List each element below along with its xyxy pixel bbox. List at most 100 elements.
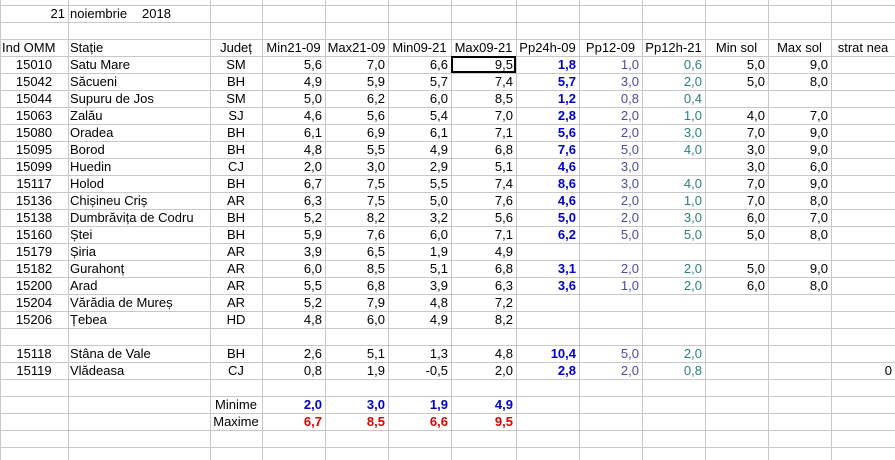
cell-min-sol[interactable]: 7,0 — [705, 175, 768, 192]
date-month-cell[interactable]: noiembrie — [68, 5, 140, 22]
cell-pp24h-09[interactable] — [516, 328, 579, 345]
cell-min09-21[interactable]: 5,7 — [388, 73, 451, 90]
cell-statie[interactable] — [68, 328, 210, 345]
cell-min09-21[interactable]: -0,5 — [388, 362, 451, 379]
cell-statie[interactable]: Ștei — [68, 226, 210, 243]
cell-pp12h-21[interactable]: 3,0 — [642, 124, 705, 141]
cell-max-sol[interactable] — [768, 294, 831, 311]
cell-strat-nea[interactable] — [831, 192, 895, 209]
maxime-value[interactable]: 9,5 — [451, 413, 516, 430]
cell-max-sol[interactable] — [768, 362, 831, 379]
cell-judet[interactable]: CJ — [210, 158, 262, 175]
cell-min21-09[interactable]: 5,2 — [262, 209, 325, 226]
cell-max-sol[interactable]: 6,0 — [768, 158, 831, 175]
cell-min21-09[interactable]: 6,0 — [262, 260, 325, 277]
cell-max-sol[interactable]: 7,0 — [768, 107, 831, 124]
cell-min21-09[interactable]: 4,9 — [262, 73, 325, 90]
cell-max09-21[interactable]: 5,6 — [451, 209, 516, 226]
cell-ind-omm[interactable]: 15160 — [0, 226, 68, 243]
cell-max09-21[interactable]: 7,0 — [451, 107, 516, 124]
cell-min09-21[interactable]: 6,6 — [388, 56, 451, 73]
cell-min09-21[interactable]: 6,0 — [388, 226, 451, 243]
cell-max21-09[interactable] — [325, 328, 388, 345]
cell-min-sol[interactable] — [705, 294, 768, 311]
cell-max09-21[interactable]: 8,5 — [451, 90, 516, 107]
cell-min-sol[interactable] — [705, 90, 768, 107]
cell-ind-omm[interactable]: 15063 — [0, 107, 68, 124]
cell-statie[interactable]: Vărădia de Mureș — [68, 294, 210, 311]
cell-min-sol[interactable]: 5,0 — [705, 73, 768, 90]
cell-pp24h-09[interactable]: 6,2 — [516, 226, 579, 243]
cell-max-sol[interactable]: 9,0 — [768, 56, 831, 73]
cell-pp24h-09[interactable]: 2,8 — [516, 362, 579, 379]
cell-strat-nea[interactable] — [831, 56, 895, 73]
cell-max21-09[interactable]: 6,9 — [325, 124, 388, 141]
cell-pp12-09[interactable]: 2,0 — [579, 107, 642, 124]
cell-judet[interactable]: SM — [210, 56, 262, 73]
cell-max-sol[interactable]: 9,0 — [768, 175, 831, 192]
cell-pp24h-09[interactable]: 5,7 — [516, 73, 579, 90]
cell-judet[interactable]: BH — [210, 73, 262, 90]
cell-max09-21[interactable]: 7,1 — [451, 124, 516, 141]
cell-min21-09[interactable]: 5,0 — [262, 90, 325, 107]
cell-judet[interactable]: AR — [210, 243, 262, 260]
header-pp12h-21[interactable]: Pp12h-21 — [642, 39, 705, 56]
cell-min21-09[interactable] — [262, 328, 325, 345]
header-statie[interactable]: Stație — [68, 39, 210, 56]
cell-min-sol[interactable]: 6,0 — [705, 209, 768, 226]
cell-judet[interactable]: SM — [210, 90, 262, 107]
cell-statie[interactable]: Stâna de Vale — [68, 345, 210, 362]
header-judet[interactable]: Județ — [210, 39, 262, 56]
cell-pp12-09[interactable]: 1,0 — [579, 277, 642, 294]
cell-max-sol[interactable]: 8,0 — [768, 226, 831, 243]
cell-pp12h-21[interactable]: 4,0 — [642, 141, 705, 158]
cell-pp12h-21[interactable]: 3,0 — [642, 209, 705, 226]
cell-max-sol[interactable]: 9,0 — [768, 260, 831, 277]
cell-pp12-09[interactable]: 2,0 — [579, 209, 642, 226]
cell-judet[interactable]: AR — [210, 260, 262, 277]
cell-strat-nea[interactable] — [831, 328, 895, 345]
cell-ind-omm[interactable]: 15095 — [0, 141, 68, 158]
cell-min21-09[interactable]: 3,9 — [262, 243, 325, 260]
cell-pp12-09[interactable]: 3,0 — [579, 175, 642, 192]
cell-strat-nea[interactable] — [831, 73, 895, 90]
maxime-value[interactable]: 6,7 — [262, 413, 325, 430]
cell-min09-21[interactable]: 5,4 — [388, 107, 451, 124]
cell-judet[interactable]: BH — [210, 141, 262, 158]
cell-min09-21[interactable]: 1,9 — [388, 243, 451, 260]
cell-pp24h-09[interactable]: 2,8 — [516, 107, 579, 124]
cell-ind-omm[interactable]: 15136 — [0, 192, 68, 209]
cell-pp24h-09[interactable] — [516, 311, 579, 328]
cell-strat-nea[interactable] — [831, 141, 895, 158]
cell-pp12-09[interactable]: 1,0 — [579, 56, 642, 73]
cell-pp24h-09[interactable]: 3,1 — [516, 260, 579, 277]
minime-value[interactable]: 4,9 — [451, 396, 516, 413]
cell-min-sol[interactable] — [705, 345, 768, 362]
cell-max-sol[interactable] — [768, 345, 831, 362]
cell-judet[interactable]: AR — [210, 192, 262, 209]
cell-max09-21[interactable]: 7,1 — [451, 226, 516, 243]
cell-max09-21[interactable]: 6,3 — [451, 277, 516, 294]
cell-min21-09[interactable]: 4,8 — [262, 141, 325, 158]
cell-pp12-09[interactable] — [579, 311, 642, 328]
cell-max09-21[interactable]: 2,0 — [451, 362, 516, 379]
header-max21-09[interactable]: Max21-09 — [325, 39, 388, 56]
header-pp24h-09[interactable]: Pp24h-09 — [516, 39, 579, 56]
cell-pp24h-09[interactable] — [516, 294, 579, 311]
cell-max-sol[interactable]: 9,0 — [768, 124, 831, 141]
cell-min-sol[interactable]: 6,0 — [705, 277, 768, 294]
cell-statie[interactable]: Șiria — [68, 243, 210, 260]
cell-min21-09[interactable]: 4,8 — [262, 311, 325, 328]
cell-max09-21[interactable]: 8,2 — [451, 311, 516, 328]
cell-ind-omm[interactable]: 15080 — [0, 124, 68, 141]
cell-pp12-09[interactable]: 2,0 — [579, 124, 642, 141]
cell-ind-omm[interactable] — [0, 328, 68, 345]
cell-strat-nea[interactable] — [831, 175, 895, 192]
cell-strat-nea[interactable] — [831, 260, 895, 277]
cell-min09-21[interactable]: 2,9 — [388, 158, 451, 175]
cell-pp12h-21[interactable] — [642, 311, 705, 328]
cell-max-sol[interactable] — [768, 311, 831, 328]
cell-pp24h-09[interactable]: 1,2 — [516, 90, 579, 107]
cell-min09-21[interactable]: 5,5 — [388, 175, 451, 192]
cell-min-sol[interactable]: 5,0 — [705, 260, 768, 277]
